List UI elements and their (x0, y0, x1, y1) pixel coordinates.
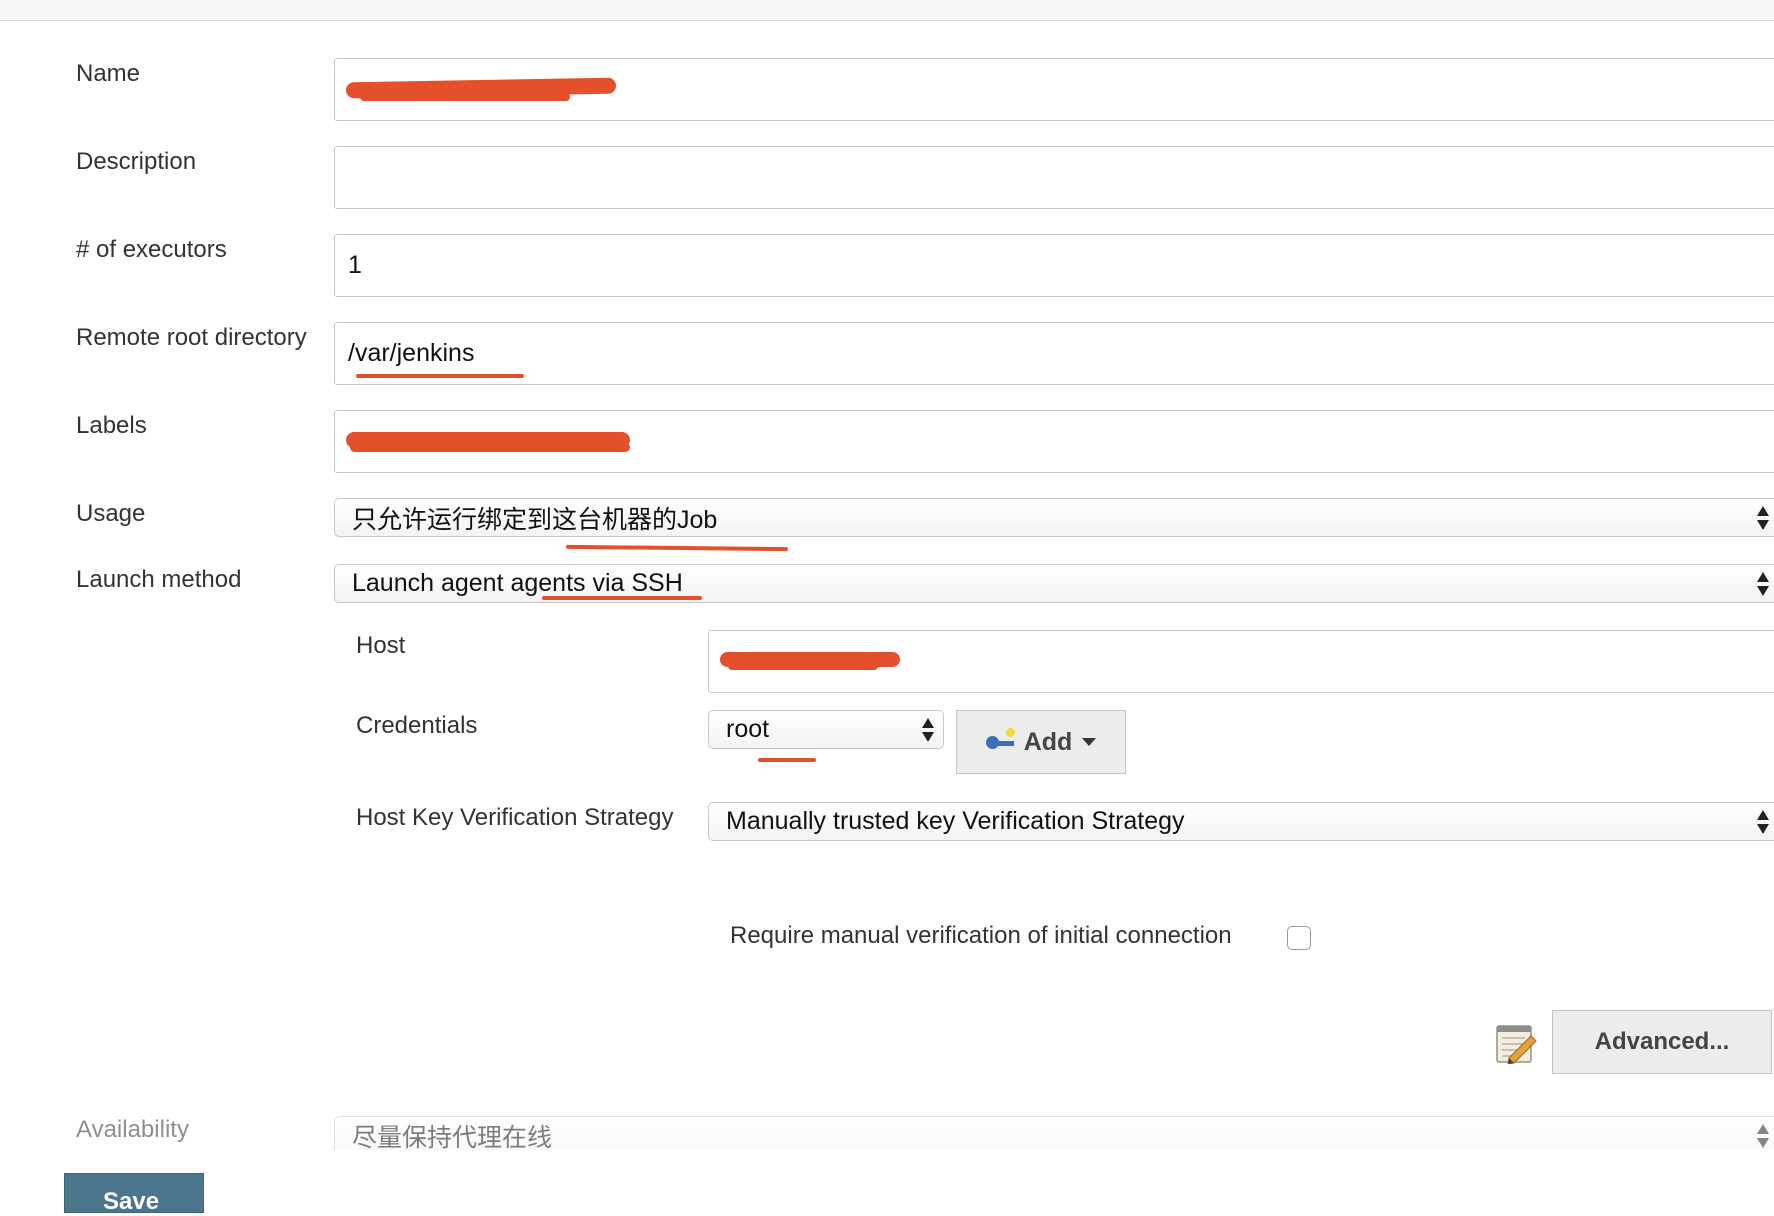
annotation-underline-remote-root (356, 374, 524, 378)
credentials-selected-value: root (726, 715, 770, 743)
description-label: Description (76, 148, 197, 175)
availability-row: Availability 尽量保持代理在线 (0, 1100, 1774, 1150)
top-bar (0, 0, 1774, 21)
annotation-underline-usage (565, 544, 789, 552)
redaction-mark-host-2 (728, 662, 878, 670)
usage-select[interactable]: 只允许运行绑定到这台机器的Job (334, 498, 1774, 537)
host-label: Host (356, 632, 406, 659)
manual-verification-label: Require manual verification of initial c… (730, 922, 1232, 949)
advanced-button[interactable]: Advanced... (1552, 1010, 1772, 1074)
usage-selected-value: 只允许运行绑定到这台机器的Job (352, 505, 718, 534)
caret-down-icon (1082, 738, 1097, 746)
manual-verification-checkbox[interactable] (1287, 926, 1311, 950)
credentials-select[interactable]: root (708, 710, 944, 749)
launch-method-selected-value: Launch agent agents via SSH (352, 569, 683, 597)
labels-label: Labels (76, 412, 147, 439)
executors-label: # of executors (76, 236, 227, 263)
select-arrows-icon (1756, 809, 1770, 835)
credentials-label: Credentials (356, 712, 478, 739)
host-key-selected-value: Manually trusted key Verification Strate… (726, 807, 1185, 835)
select-arrows-icon (921, 717, 935, 743)
save-button[interactable]: Save (64, 1173, 204, 1215)
host-key-select[interactable]: Manually trusted key Verification Strate… (708, 802, 1774, 841)
availability-selected-value: 尽量保持代理在线 (352, 1123, 553, 1151)
select-arrows-icon (1756, 505, 1770, 531)
annotation-underline-credentials (758, 758, 816, 762)
redaction-mark-name-2 (360, 93, 570, 101)
add-button-label: Add (1023, 727, 1073, 756)
usage-label: Usage (76, 500, 146, 527)
executors-input[interactable]: 1 (334, 234, 1774, 297)
remote-root-input[interactable]: /var/jenkins (334, 322, 1774, 385)
add-credentials-button[interactable]: Add (956, 710, 1126, 774)
launch-method-label: Launch method (76, 566, 242, 593)
notepad-icon[interactable] (1495, 1020, 1537, 1064)
availability-label: Availability (76, 1116, 189, 1143)
name-label: Name (76, 60, 141, 87)
remote-root-label: Remote root directory (76, 324, 307, 351)
description-input[interactable] (334, 146, 1774, 209)
host-key-label: Host Key Verification Strategy (356, 804, 674, 831)
select-arrows-icon (1756, 1123, 1770, 1149)
availability-select[interactable]: 尽量保持代理在线 (334, 1116, 1774, 1150)
annotation-underline-launch-method (542, 596, 702, 600)
redaction-mark-labels-2 (350, 443, 630, 452)
select-arrows-icon (1756, 571, 1770, 597)
key-icon (985, 728, 1016, 750)
